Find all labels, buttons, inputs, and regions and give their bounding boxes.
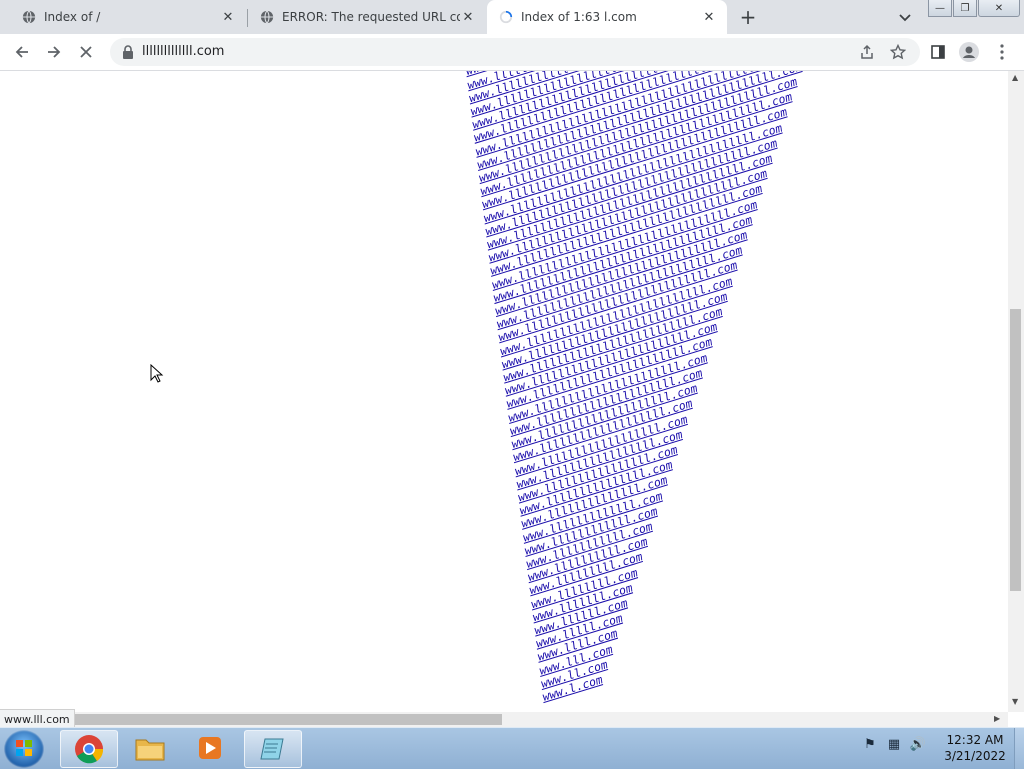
address-bar[interactable]: llllllllllllll.com bbox=[110, 38, 920, 66]
stop-loading-button[interactable] bbox=[74, 40, 98, 64]
link-list: www.llllllllllllllllllllllllllllllllllll… bbox=[462, 71, 928, 704]
mouse-cursor-icon bbox=[150, 364, 164, 383]
share-icon[interactable] bbox=[859, 44, 875, 60]
tab-close-icon[interactable]: ✕ bbox=[460, 9, 476, 25]
loading-spinner-icon bbox=[499, 10, 513, 24]
action-center-flag-icon[interactable]: ⚑ bbox=[862, 736, 878, 752]
taskbar-file-explorer[interactable] bbox=[122, 730, 178, 766]
vertical-scrollbar[interactable]: ▲ ▼ bbox=[1008, 71, 1024, 712]
chrome-icon bbox=[75, 735, 104, 764]
more-vert-icon bbox=[1000, 44, 1004, 60]
window-controls: — ❐ ✕ bbox=[928, 0, 1021, 18]
side-panel-icon bbox=[931, 45, 945, 59]
browser-toolbar: llllllllllllll.com bbox=[0, 34, 1024, 71]
start-button[interactable] bbox=[4, 730, 44, 768]
lock-icon[interactable] bbox=[122, 45, 134, 59]
tab-close-icon[interactable]: ✕ bbox=[701, 9, 717, 25]
arrow-right-icon bbox=[48, 46, 61, 58]
tab-error[interactable]: ERROR: The requested URL could ✕ bbox=[248, 0, 486, 34]
close-window-button[interactable]: ✕ bbox=[978, 0, 1020, 17]
tab-title: ERROR: The requested URL could bbox=[282, 10, 460, 24]
status-bubble: www.lll.com bbox=[0, 709, 75, 729]
taskbar-chrome[interactable] bbox=[60, 730, 118, 768]
minimize-button[interactable]: — bbox=[928, 0, 952, 17]
back-button[interactable] bbox=[10, 40, 34, 64]
notepad-icon bbox=[260, 738, 284, 760]
globe-icon bbox=[260, 10, 274, 24]
horizontal-scrollbar[interactable]: ▶ bbox=[0, 712, 1008, 727]
scroll-down-arrow-icon[interactable]: ▼ bbox=[1012, 697, 1018, 706]
system-tray: ⚑ ▦ 🔊 bbox=[862, 736, 926, 752]
new-tab-button[interactable]: + bbox=[737, 5, 759, 29]
windows-logo-icon bbox=[16, 740, 32, 756]
vertical-scroll-thumb[interactable] bbox=[1010, 309, 1021, 591]
clock-time: 12:32 AM bbox=[946, 733, 1004, 747]
network-icon[interactable]: ▦ bbox=[886, 736, 902, 752]
taskbar-media-player[interactable] bbox=[182, 730, 238, 766]
clock-date: 3/21/2022 bbox=[944, 749, 1006, 763]
tab-title: Index of 1:63 l.com bbox=[521, 10, 637, 24]
tab-index-of-root[interactable]: Index of / ✕ bbox=[0, 0, 246, 34]
tab-strip: Index of / ✕ ERROR: The requested URL co… bbox=[0, 0, 1024, 34]
media-player-icon bbox=[199, 737, 221, 759]
scroll-right-arrow-icon[interactable]: ▶ bbox=[994, 714, 1000, 723]
show-desktop-button[interactable] bbox=[1014, 728, 1024, 769]
tab-active[interactable]: Index of 1:63 l.com ✕ bbox=[487, 0, 727, 34]
horizontal-scroll-thumb[interactable] bbox=[60, 714, 502, 725]
chevron-down-icon[interactable] bbox=[896, 8, 914, 26]
menu-button[interactable] bbox=[990, 40, 1014, 64]
bookmark-star-icon[interactable] bbox=[890, 44, 906, 60]
page-viewport: www.llllllllllllllllllllllllllllllllllll… bbox=[0, 71, 1008, 712]
tab-close-icon[interactable]: ✕ bbox=[220, 9, 236, 25]
side-panel-button[interactable] bbox=[926, 40, 950, 64]
taskbar-clock[interactable]: 12:32 AM 3/21/2022 bbox=[940, 732, 1010, 764]
maximize-button[interactable]: ❐ bbox=[953, 0, 977, 17]
taskbar-notepad[interactable] bbox=[244, 730, 302, 768]
forward-button[interactable] bbox=[42, 40, 66, 64]
avatar-icon bbox=[959, 42, 979, 62]
scroll-up-arrow-icon[interactable]: ▲ bbox=[1012, 73, 1018, 82]
close-icon bbox=[80, 46, 92, 58]
url-text: llllllllllllll.com bbox=[142, 44, 225, 59]
globe-icon bbox=[22, 10, 36, 24]
folder-icon bbox=[135, 739, 165, 761]
windows-taskbar: ⚑ ▦ 🔊 12:32 AM 3/21/2022 bbox=[0, 727, 1024, 769]
tab-title: Index of / bbox=[44, 10, 101, 24]
arrow-left-icon bbox=[15, 46, 28, 58]
profile-button[interactable] bbox=[957, 40, 981, 64]
volume-icon[interactable]: 🔊 bbox=[910, 736, 926, 752]
